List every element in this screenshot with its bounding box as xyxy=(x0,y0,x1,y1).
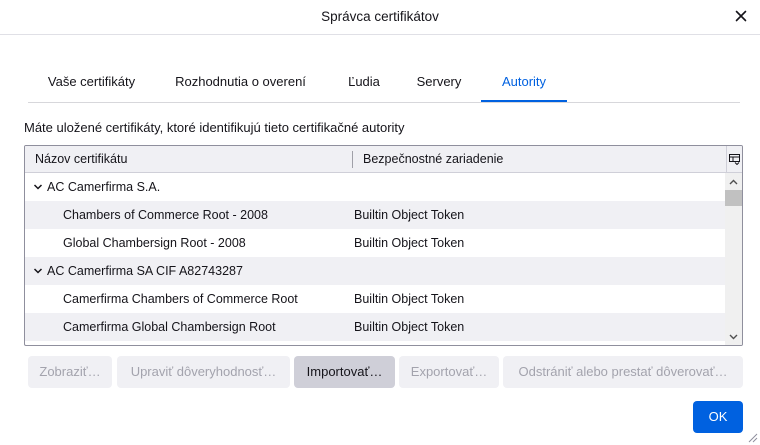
vertical-scrollbar[interactable] xyxy=(725,173,742,345)
tree-row-group[interactable]: AC Camerfirma S.A. xyxy=(25,173,725,201)
tree-cell-name: Camerfirma Global Chambersign Root xyxy=(63,320,276,334)
delete-or-distrust-button[interactable]: Odstrániť alebo prestať dôverovať… xyxy=(503,356,743,388)
column-picker-icon xyxy=(729,154,740,165)
edit-trust-button[interactable]: Upraviť dôveryhodnosť… xyxy=(117,356,290,388)
resize-grip-icon[interactable] xyxy=(748,433,758,443)
column-header-certificate-name[interactable]: Názov certifikátu xyxy=(35,152,127,166)
tree-cell-device: Builtin Object Token xyxy=(354,236,465,250)
export-button[interactable]: Exportovať… xyxy=(399,356,499,388)
tree-cell-name: AC Camerfirma S.A. xyxy=(47,180,161,194)
tree-cell-name: Global Chambersign Root - 2008 xyxy=(63,236,246,250)
column-separator[interactable] xyxy=(352,151,353,168)
chevron-down-icon xyxy=(729,334,738,339)
tab-authentication-decisions[interactable]: Rozhodnutia o overení xyxy=(159,66,322,102)
column-picker-button[interactable] xyxy=(726,146,742,173)
column-header-security-device[interactable]: Bezpečnostné zariadenie xyxy=(363,152,503,166)
authorities-description: Máte uložené certifikáty, ktoré identifi… xyxy=(24,120,405,135)
tab-people[interactable]: Ľudia xyxy=(327,66,401,102)
tree-header: Názov certifikátu Bezpečnostné zariadeni… xyxy=(25,146,742,173)
dialog-titlebar: Správca certifikátov xyxy=(0,0,760,35)
dialog-title: Správca certifikátov xyxy=(321,9,439,24)
scrollbar-thumb[interactable] xyxy=(725,190,742,206)
tree-cell-name: Camerfirma Chambers of Commerce Root xyxy=(63,292,298,306)
tab-bar: Vaše certifikáty Rozhodnutia o overení Ľ… xyxy=(28,66,740,103)
chevron-down-icon[interactable] xyxy=(33,182,43,192)
ok-button[interactable]: OK xyxy=(693,401,743,433)
tree-row-certificate[interactable]: Camerfirma Chambers of Commerce Root Bui… xyxy=(25,285,725,313)
tab-servers[interactable]: Servery xyxy=(402,66,476,102)
tree-cell-name: AC Camerfirma SA CIF A82743287 xyxy=(47,264,243,278)
chevron-down-icon[interactable] xyxy=(33,266,43,276)
view-button[interactable]: Zobraziť… xyxy=(28,356,112,388)
tree-cell-device: Builtin Object Token xyxy=(354,208,465,222)
tree-cell-device: Builtin Object Token xyxy=(354,320,465,334)
import-button[interactable]: Importovať… xyxy=(294,356,395,388)
close-icon xyxy=(735,10,747,22)
tree-row-certificate[interactable]: Chambers of Commerce Root - 2008 Builtin… xyxy=(25,201,725,229)
close-button[interactable] xyxy=(731,6,751,26)
tree-row-certificate[interactable]: Camerfirma Global Chambersign Root Built… xyxy=(25,313,725,341)
tree-row-certificate[interactable]: Global Chambersign Root - 2008 Builtin O… xyxy=(25,229,725,257)
scroll-down-button[interactable] xyxy=(725,328,742,345)
tab-authorities[interactable]: Autority xyxy=(481,66,567,102)
scroll-up-button[interactable] xyxy=(725,173,742,190)
tab-your-certificates[interactable]: Vaše certifikáty xyxy=(28,66,155,102)
tree-cell-device: Builtin Object Token xyxy=(354,292,465,306)
tree-row-group[interactable]: AC Camerfirma SA CIF A82743287 xyxy=(25,257,725,285)
tree-cell-name: Chambers of Commerce Root - 2008 xyxy=(63,208,268,222)
chevron-up-icon xyxy=(729,179,738,184)
certificate-tree[interactable]: Názov certifikátu Bezpečnostné zariadeni… xyxy=(24,145,743,346)
